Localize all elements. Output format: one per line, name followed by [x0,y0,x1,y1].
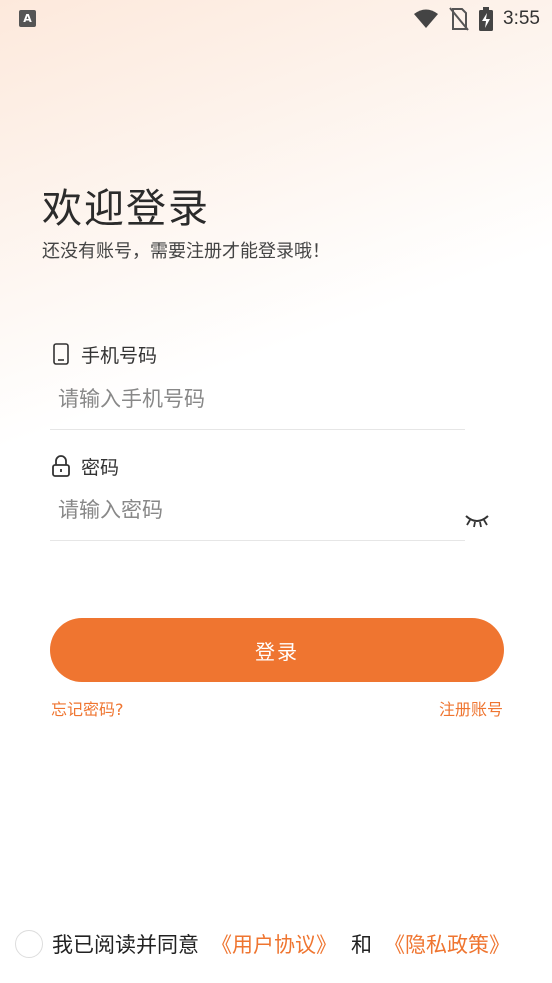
lock-icon [50,455,72,477]
password-input[interactable] [50,490,458,530]
page-subtitle: 还没有账号，需要注册才能登录哦！ [42,241,330,262]
app-notification-icon: A [19,10,36,27]
login-button[interactable]: 登录 [50,618,504,682]
no-sim-icon [449,7,469,31]
phone-icon [50,343,72,365]
user-agreement-link[interactable]: 《用户协议》 [211,929,337,959]
battery-charging-icon [479,7,494,31]
agreement-checkbox[interactable] [15,930,43,958]
forgot-password-link[interactable]: 忘记密码? [51,696,124,720]
agreement-and: 和 [351,933,372,957]
phone-label-text: 手机号码 [81,344,158,367]
phone-input[interactable] [50,379,473,419]
eye-closed-icon[interactable] [463,512,491,530]
status-time: 3:55 [503,8,540,29]
password-field-label: 密码 [50,453,119,479]
wifi-icon [414,9,439,28]
status-icons: 3:55 [403,5,540,33]
register-link[interactable]: 注册账号 [439,696,503,720]
status-bar: A 3:55 [0,0,552,38]
phone-field-label: 手机号码 [50,341,157,367]
page-title: 欢迎登录 [42,186,210,232]
privacy-policy-link[interactable]: 《隐私政策》 [384,929,510,959]
password-divider [50,540,465,541]
agreement-prefix: 我已阅读并同意 [52,933,199,957]
password-label-text: 密码 [81,456,120,479]
phone-divider [50,429,465,430]
agreement-row: 我已阅读并同意 《用户协议》 和 《隐私政策》 [15,928,510,960]
